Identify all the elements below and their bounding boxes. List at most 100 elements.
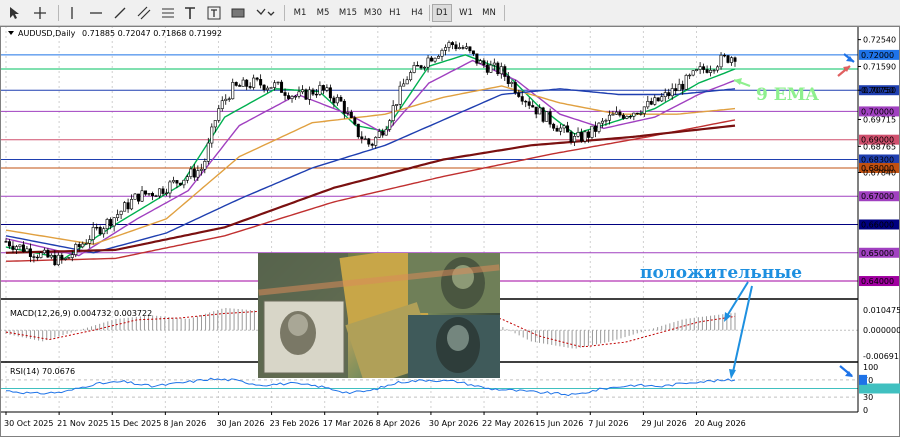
candle-body <box>259 79 263 86</box>
candle-body <box>416 65 420 67</box>
candle-body <box>670 88 674 97</box>
candle-body <box>360 136 364 140</box>
candle-body <box>307 89 311 100</box>
candle-body <box>590 125 594 138</box>
trendline-icon[interactable] <box>110 4 130 22</box>
candle-body <box>11 245 15 250</box>
candle-body <box>573 136 577 142</box>
candle-body <box>185 176 189 181</box>
timeframe-m5[interactable]: M5 <box>312 4 334 22</box>
timeframe-w1[interactable]: W1 <box>456 4 476 22</box>
time-tick-label: 29 Jul 2026 <box>641 419 686 428</box>
timeframe-d1[interactable]: D1 <box>432 4 452 22</box>
candle-body <box>520 96 524 102</box>
horizontal-line-icon[interactable] <box>86 4 106 22</box>
price-tick-label: 0.69715 <box>863 115 896 124</box>
candle-body <box>649 101 653 105</box>
candle-body <box>245 79 249 87</box>
candle-body <box>147 193 151 195</box>
candle-body <box>712 69 716 72</box>
candle-body <box>342 100 346 114</box>
candle-body <box>266 87 270 91</box>
candle-body <box>653 97 657 105</box>
candle-body <box>614 111 618 115</box>
timeframe-h1[interactable]: H1 <box>386 4 404 22</box>
candle-body <box>426 57 430 68</box>
candle-body <box>171 180 175 183</box>
candle-body <box>206 142 210 162</box>
candle-body <box>597 122 601 132</box>
candle-body <box>632 112 636 117</box>
candle-body <box>388 120 392 130</box>
macd-title: MACD(12,26,9) 0.004732 0.003722 <box>10 309 152 318</box>
candle-body <box>144 190 148 195</box>
candle-body <box>370 143 374 146</box>
shapes-dropdown-icon[interactable] <box>252 4 278 22</box>
cursor-icon[interactable] <box>4 4 24 22</box>
candle-body <box>593 125 597 132</box>
candle-body <box>618 111 622 116</box>
candle-body <box>730 57 734 63</box>
price-level-label: 0.66000 <box>861 220 894 229</box>
time-tick-label: 15 Dec 2025 <box>110 419 161 428</box>
candle-body <box>356 123 360 138</box>
candle-body <box>91 226 95 240</box>
candle-body <box>475 53 479 64</box>
rectangle-icon[interactable] <box>228 4 248 22</box>
candle-body <box>294 96 298 98</box>
candle-body <box>328 87 332 99</box>
candle-body <box>719 54 723 68</box>
candle-body <box>248 86 252 88</box>
candle-body <box>646 101 650 108</box>
candle-body <box>621 114 625 119</box>
text-label-icon[interactable] <box>204 4 224 22</box>
candle-body <box>339 96 343 102</box>
fibonacci-icon[interactable] <box>158 4 178 22</box>
candle-body <box>67 257 71 259</box>
candle-body <box>464 46 468 49</box>
candle-body <box>154 195 158 197</box>
candle-body <box>150 193 154 197</box>
rsi-mid-tag <box>859 383 900 394</box>
candle-body <box>681 83 685 90</box>
candle-body <box>60 254 64 260</box>
candle-body <box>367 138 371 145</box>
candle-body <box>531 105 535 108</box>
candle-body <box>123 202 127 212</box>
candle-body <box>227 98 231 100</box>
vertical-line-icon[interactable] <box>64 4 80 22</box>
candle-body <box>269 87 273 89</box>
candle-body <box>580 132 584 142</box>
candle-body <box>133 193 137 200</box>
channel-icon[interactable] <box>134 4 154 22</box>
candle-body <box>548 111 552 125</box>
candle-body <box>98 227 102 235</box>
candle-body <box>164 192 168 195</box>
timeframe-h4[interactable]: H4 <box>408 4 426 22</box>
timeframe-mn[interactable]: MN <box>478 4 500 22</box>
candle-body <box>88 239 92 244</box>
candle-body <box>290 96 294 99</box>
candle-body <box>423 66 427 69</box>
candle-body <box>161 188 165 194</box>
candle-body <box>374 137 378 146</box>
time-tick-label: 30 Apr 2026 <box>429 419 478 428</box>
crosshair-icon[interactable] <box>30 4 50 22</box>
candle-body <box>499 66 503 75</box>
candle-body <box>126 202 130 210</box>
candle-body <box>639 113 643 115</box>
candle-body <box>35 256 39 259</box>
candle-body <box>116 214 120 219</box>
candle-body <box>468 46 472 52</box>
timeframe-m30[interactable]: M30 <box>362 4 384 22</box>
candle-body <box>569 131 573 142</box>
text-tool-icon[interactable] <box>180 4 200 22</box>
candle-body <box>576 132 580 137</box>
candle-body <box>238 85 242 87</box>
timeframe-m15[interactable]: M15 <box>336 4 360 22</box>
candle-body <box>419 65 423 69</box>
candle-body <box>538 107 542 115</box>
timeframe-m1[interactable]: M1 <box>290 4 310 22</box>
candle-body <box>314 93 318 96</box>
price-level-label: 0.72000 <box>861 51 894 60</box>
